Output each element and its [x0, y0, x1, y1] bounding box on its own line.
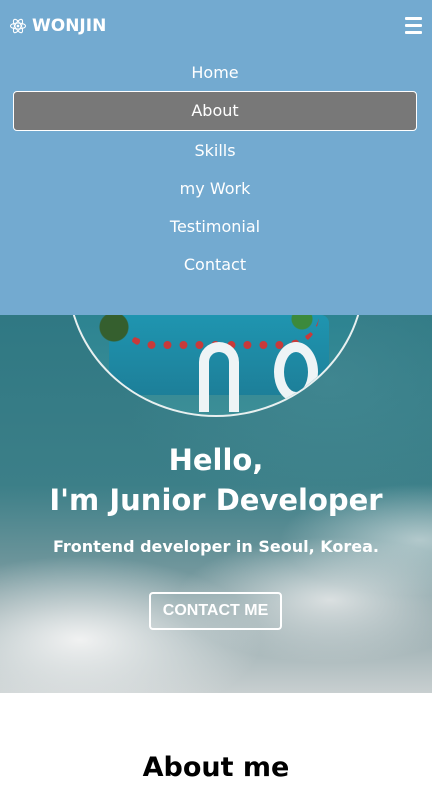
navbar: WONJIN Home About Skills my Work Testimo…	[0, 0, 432, 315]
hero-title-line2: I'm Junior Developer	[49, 483, 383, 517]
react-atom-icon	[9, 18, 27, 34]
hero-subtitle: Frontend developer in Seoul, Korea.	[53, 537, 379, 556]
nav-item-about[interactable]: About	[13, 91, 417, 131]
hero-title: Hello, I'm Junior Developer	[0, 440, 432, 520]
nav-item-skills[interactable]: Skills	[13, 131, 417, 169]
nav-menu: Home About Skills my Work Testimonial Co…	[0, 53, 432, 283]
nav-item-testimonial[interactable]: Testimonial	[13, 207, 417, 245]
contact-me-button[interactable]: CONTACT ME	[149, 592, 282, 630]
hero-title-line1: Hello,	[168, 443, 264, 477]
nav-item-home[interactable]: Home	[13, 53, 417, 91]
profile-image-letter	[274, 342, 318, 402]
profile-image-letter	[199, 342, 239, 412]
hamburger-menu-icon[interactable]	[405, 17, 422, 34]
nav-item-my-work[interactable]: my Work	[13, 169, 417, 207]
nav-item-contact[interactable]: Contact	[13, 245, 417, 283]
brand-name: WONJIN	[32, 16, 107, 36]
brand-logo[interactable]: WONJIN	[9, 14, 106, 38]
about-section-title: About me	[142, 752, 290, 783]
